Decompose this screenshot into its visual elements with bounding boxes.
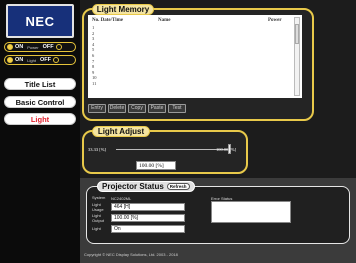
light-output-field: 100.00 [%] [111,214,185,222]
paste-button[interactable]: Paste [148,104,166,113]
table-row[interactable]: 11 [92,81,97,87]
min-level-label: 33.33 [%] [88,147,106,152]
light-state-field: On [111,225,185,233]
table-scrollbar[interactable] [294,17,300,96]
test-button[interactable]: Test [168,104,186,113]
system-value: NC2402ML [111,196,132,201]
light-on-label: ON [15,57,24,63]
system-label: System [92,195,106,200]
light-memory-rows: 1 2 3 4 5 6 7 8 9 10 11 [92,25,97,87]
power-label: Power [27,44,39,50]
light-usage-label: Light Usage [92,202,104,212]
nav-light-button[interactable]: Light [4,113,76,125]
power-toggle[interactable]: ON Power OFF [4,42,76,52]
light-output-label: Light Output [92,213,105,223]
nav-basic-control-button[interactable]: Basic Control [4,96,76,108]
power-on-label: ON [15,44,24,50]
light-memory-table[interactable]: No. Date/Time Name Power 1 2 3 4 5 6 7 8 9 10 11 [88,15,302,98]
power-off-label: OFF [42,44,54,50]
projector-status-label: Projector Status [102,181,164,191]
refresh-button[interactable]: Refresh [166,183,190,190]
nec-logo: NEC [6,4,74,38]
light-state-label: Light [92,226,101,231]
scrollbar-thumb[interactable] [295,24,299,44]
light-memory-title: Light Memory [92,4,154,15]
main-content: Light Memory No. Date/Time Name Power 12… [80,0,356,263]
logo-text: NEC [25,13,55,29]
sidebar: NEC ON Power OFF ON Light OFF Title List… [0,0,80,263]
light-adjust-panel: Light Adjust 33.33 [%] 100.00 [%] 100.00… [82,126,248,174]
light-off-label: OFF [39,57,51,63]
light-label: Light [27,57,36,63]
light-toggle[interactable]: ON Light OFF [4,55,76,65]
col-name: Name [158,18,171,23]
light-on-radio[interactable] [7,57,13,63]
max-level-label: 100.00 [%] [216,147,237,152]
delete-button[interactable]: Delete [108,104,126,113]
light-adjust-title: Light Adjust [92,126,150,137]
light-level-input[interactable]: 100.00 [%] [136,161,176,170]
projector-status-title: Projector Status Refresh [97,181,195,192]
entry-button[interactable]: Entry [88,104,106,113]
copy-button[interactable]: Copy [128,104,146,113]
error-status-box [211,201,291,223]
light-level-slider-track[interactable] [116,149,230,150]
light-off-radio[interactable] [52,57,59,63]
copyright-text: Copyright © NEC Display Solutions, Ltd. … [84,252,178,257]
col-no-date-time: No. Date/Time [92,18,124,23]
light-memory-panel: Light Memory No. Date/Time Name Power 12… [82,4,314,121]
nav-title-list-button[interactable]: Title List [4,78,76,90]
status-footer: Projector Status Refresh System NC2402ML… [80,178,356,263]
projector-status-panel: Projector Status Refresh System NC2402ML… [86,181,350,244]
light-usage-field: 464 [H] [111,203,185,211]
power-on-radio[interactable] [7,44,13,50]
power-off-radio[interactable] [55,44,62,50]
col-power: Power [268,18,282,23]
